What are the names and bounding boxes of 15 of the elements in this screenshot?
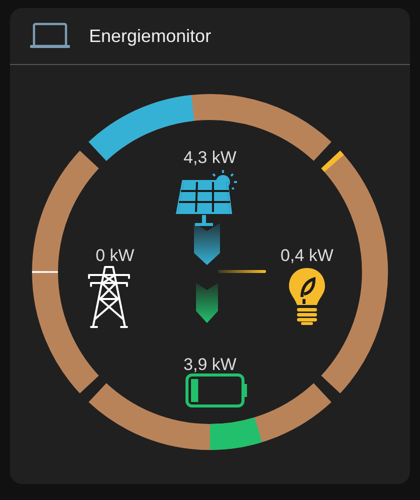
power-reading: 4,3 kW (184, 148, 236, 168)
light-bulb-icon (288, 267, 326, 325)
laptop-icon (30, 22, 70, 50)
power-pylon-icon (87, 265, 131, 329)
card-title: Energiemonitor (89, 26, 212, 46)
power-reading: 0 kW (96, 246, 134, 266)
flow-arrow-icon (196, 283, 218, 323)
level-arc (210, 417, 262, 450)
power-reading: 0,4 kW (280, 246, 334, 266)
flow-line-icon (218, 270, 266, 274)
level-arc (321, 150, 344, 172)
flow-arrow-icon (194, 223, 220, 265)
battery-icon (185, 373, 249, 408)
solar-panel-icon (175, 169, 239, 227)
power-reading: 3,9 kW (184, 355, 236, 375)
